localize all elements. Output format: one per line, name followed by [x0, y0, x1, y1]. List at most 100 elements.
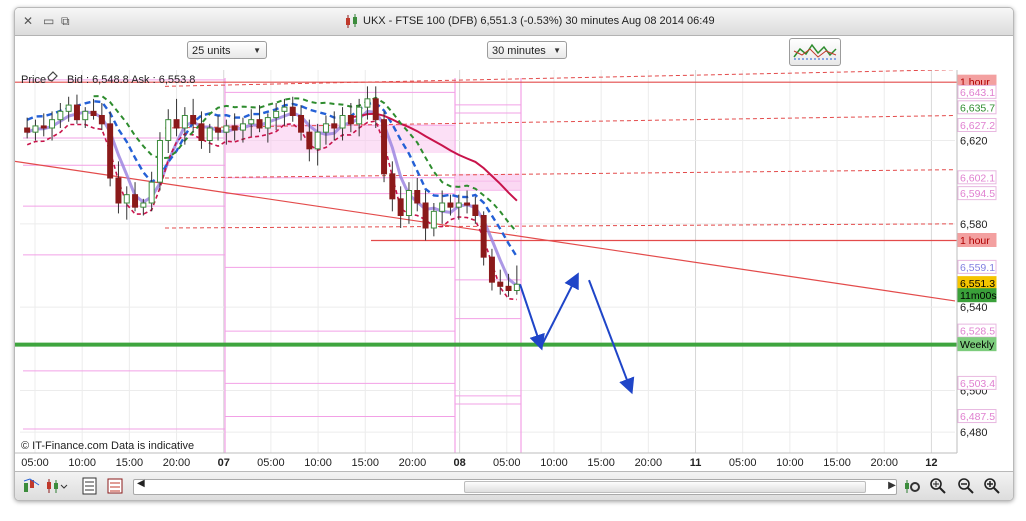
price-marker-label: 6,602.1 [960, 172, 995, 184]
price-marker-label: Weekly [960, 339, 995, 351]
candlestick-icon [346, 14, 357, 28]
price-marker: 6,487.5 [957, 409, 997, 424]
scroll-left-icon[interactable]: ◀ [137, 478, 145, 489]
close-icon[interactable]: ✕ [23, 14, 33, 28]
drawing-tools-icon[interactable] [107, 477, 125, 495]
time-tick-label: 11 [690, 457, 702, 469]
candle-body [464, 202, 471, 206]
candle-body [306, 131, 313, 150]
timeframe-select-label: 30 minutes [492, 45, 546, 57]
time-scrollbar[interactable]: ◀ [133, 478, 897, 495]
time-tick-label: 05:00 [493, 457, 521, 469]
candle-body [364, 98, 371, 108]
price-marker-label: 6,487.5 [960, 411, 995, 423]
units-select[interactable]: 25 units ▼ [187, 41, 267, 59]
chart-area[interactable]: 6,620 6,580 6,540 6,500 6,480 1 hour 6,643.1 6,… [15, 69, 1013, 473]
price-tick-label: 6,480 [960, 427, 988, 439]
time-tick-label: 20:00 [399, 457, 427, 469]
price-axis: 6,6206,5806,5406,5006,4801 hour6,643.16,… [956, 70, 997, 453]
bottom-toolbar: ◀ ▶ [15, 471, 1013, 500]
candle-body [381, 119, 388, 175]
candle-body [223, 125, 230, 133]
price-marker-label: 1 hour [960, 235, 990, 247]
indicator-overlays [15, 69, 957, 347]
candle-body [90, 110, 97, 116]
controls-bar: 25 units ▼ 30 minutes ▼ [15, 36, 1013, 70]
chart-type-icon[interactable] [23, 477, 41, 495]
pivot-lines [23, 78, 522, 453]
candle-body [314, 131, 321, 150]
time-tick-label: 10:00 [776, 457, 804, 469]
time-tick-label: 05:00 [21, 457, 49, 469]
price-marker: 6,594.5 [957, 186, 997, 201]
candle-body [439, 202, 446, 212]
price-marker: 6,559.1 [957, 259, 997, 274]
data-disclaimer: © IT-Finance.com Data is indicative [21, 440, 194, 452]
chevron-down-icon: ▼ [553, 46, 561, 55]
pivot-zone [455, 173, 521, 191]
zoom-in-icon[interactable] [983, 477, 1001, 495]
time-tick-label: 10:00 [68, 457, 96, 469]
forecast-arrow [519, 283, 545, 351]
time-tick-label: 07 [218, 457, 230, 469]
candle-body [339, 115, 346, 129]
chart-tools-button[interactable] [789, 38, 841, 66]
candle-body [239, 123, 246, 131]
zoom-out-icon[interactable] [957, 477, 975, 495]
candle-body [472, 204, 479, 216]
candle-body [331, 123, 338, 129]
candle-body [281, 106, 288, 112]
candle-body [289, 106, 296, 117]
minimize-icon[interactable]: ▭ [43, 14, 54, 28]
chart-window: ✕ ▭ ⧉ UKX - FTSE 100 (DFB) 6,551.3 (-0.5… [14, 7, 1014, 501]
time-tick-label: 20:00 [870, 457, 898, 469]
candle-body [140, 202, 147, 208]
indicator-icon[interactable] [45, 477, 68, 495]
bid-ask-readout: Bid : 6,548.8 Ask : 6,553.8 [67, 74, 195, 86]
price-tick-label: 6,540 [960, 302, 988, 314]
price-marker-label: 6,594.5 [960, 188, 995, 200]
trend-channel-line [164, 69, 956, 87]
forecast-arrow [588, 279, 635, 395]
price-tick-label: 6,620 [960, 136, 988, 148]
title-bar: ✕ ▭ ⧉ UKX - FTSE 100 (DFB) 6,551.3 (-0.5… [15, 8, 1013, 36]
scrollbar-thumb[interactable] [464, 481, 866, 493]
price-chart[interactable]: 6,6206,5806,5406,5006,4801 hour6,643.16,… [15, 69, 1013, 470]
candle-body [513, 283, 520, 291]
price-marker: 6,643.1 [957, 84, 997, 99]
candle-body [264, 117, 271, 129]
price-marker-label: 6,559.1 [960, 262, 995, 274]
time-tick-label: 12 [925, 457, 937, 469]
timeframe-select[interactable]: 30 minutes ▼ [487, 41, 567, 59]
candle-body [497, 281, 504, 287]
price-label: Price [21, 74, 46, 86]
zoom-fit-icon[interactable] [929, 477, 947, 495]
candle-body [115, 177, 122, 204]
candle-body [322, 123, 329, 133]
candle-body [372, 98, 379, 121]
candle-body [405, 190, 412, 216]
candle-body [32, 125, 39, 133]
list-icon[interactable] [81, 477, 99, 495]
candle-body [505, 285, 512, 291]
candle-body [273, 110, 280, 119]
price-marker: 6,551.3 [957, 276, 997, 291]
price-marker: 11m00s [957, 288, 997, 303]
detach-icon[interactable]: ⧉ [61, 14, 70, 29]
forecast-arrow [540, 272, 579, 348]
time-tick-label: 15:00 [587, 457, 615, 469]
scroll-right-icon[interactable]: ▶ [883, 477, 901, 495]
candle-body [397, 198, 404, 216]
candle-body [57, 110, 64, 121]
price-marker-label: 6,643.1 [960, 87, 995, 99]
time-tick-label: 20:00 [163, 457, 191, 469]
price-marker: Weekly [957, 337, 997, 352]
candle-body [298, 115, 305, 133]
price-tick-label: 6,580 [960, 219, 988, 231]
candle-body [73, 104, 80, 121]
time-axis: 05:00 10:00 15:00 20:00 07 05:00 10:00 15:00 20:… [15, 452, 957, 469]
time-tick-label: 15:00 [116, 457, 144, 469]
candle-body [488, 256, 495, 283]
settings-icon[interactable] [903, 477, 921, 495]
candle-body [422, 202, 429, 229]
